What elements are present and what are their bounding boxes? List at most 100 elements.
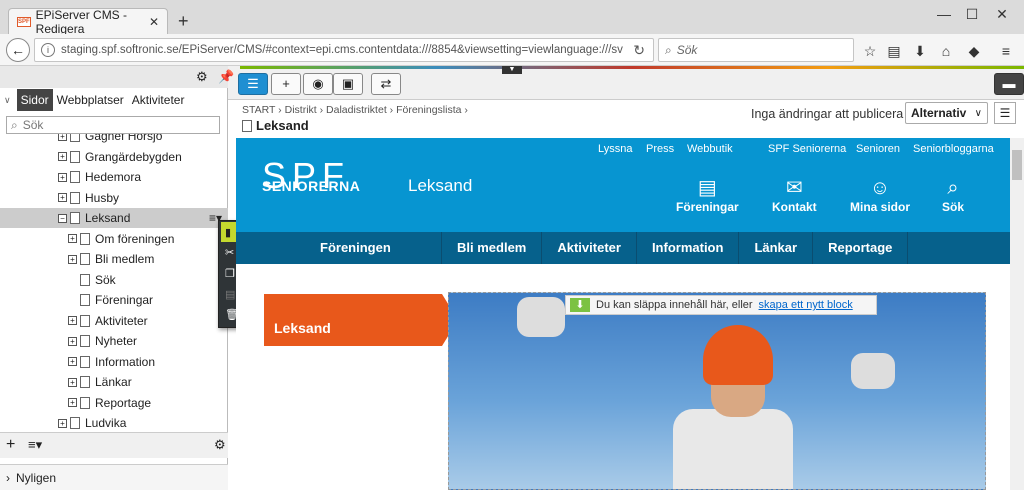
tree-node[interactable]: + Husby: [0, 188, 228, 208]
header-mail-link[interactable]: ✉ Kontakt: [772, 176, 817, 214]
tree-node[interactable]: Föreningar: [0, 290, 228, 310]
list-options-icon[interactable]: ≡▾: [28, 437, 42, 453]
expand-icon[interactable]: +: [58, 172, 67, 182]
site-nav-item[interactable]: Reportage: [813, 232, 909, 264]
site-nav-item[interactable]: Aktiviteter: [542, 232, 637, 264]
site-nav-item[interactable]: Länkar: [739, 232, 814, 264]
toolbar-collapse-icon[interactable]: ▼: [502, 66, 522, 74]
reload-icon[interactable]: ↻: [633, 42, 645, 59]
tree-node[interactable]: + Ludvika: [0, 413, 228, 433]
view-settings-icon[interactable]: ▣: [333, 73, 363, 95]
expand-icon[interactable]: +: [58, 418, 67, 428]
download-icon[interactable]: ⬇: [911, 42, 929, 60]
expand-icon[interactable]: +: [68, 316, 77, 325]
assets-panel-toggle-icon[interactable]: ▬: [994, 73, 1024, 95]
expand-icon[interactable]: +: [58, 152, 67, 161]
compare-icon[interactable]: ⇄: [371, 73, 401, 95]
top-link[interactable]: Lyssna: [598, 143, 632, 155]
close-window-icon[interactable]: ✕: [988, 6, 1016, 26]
header-user-link[interactable]: ☺ Mina sidor: [850, 176, 910, 214]
spf-logo[interactable]: SPF SENIORERNA: [262, 158, 360, 195]
create-block-link[interactable]: skapa ett nytt block: [759, 299, 853, 311]
header-list-link[interactable]: ▤ Föreningar: [676, 176, 739, 214]
tree-node[interactable]: + Länkar: [0, 372, 228, 392]
top-link[interactable]: Webbutik: [687, 143, 733, 155]
tab-sidor[interactable]: Sidor: [16, 89, 53, 111]
breadcrumb-item[interactable]: START: [242, 104, 275, 116]
add-icon[interactable]: +: [271, 73, 301, 95]
maximize-icon[interactable]: ☐: [958, 6, 986, 26]
add-page-icon[interactable]: +: [6, 436, 15, 454]
settings-gear-icon[interactable]: ⚙: [196, 69, 208, 85]
top-link[interactable]: Senioren: [856, 143, 900, 155]
scrollbar[interactable]: [1010, 138, 1024, 490]
tree-node[interactable]: + Om föreningen: [0, 229, 228, 249]
pin-icon[interactable]: 📌: [218, 69, 234, 85]
collapse-icon[interactable]: −: [58, 213, 67, 223]
recent-section[interactable]: › Nyligen: [0, 464, 228, 490]
site-nav: Föreningen Bli medlem Aktiviteter Informati…: [236, 232, 1010, 264]
tree-node-label: Hedemora: [85, 170, 142, 184]
collapse-chevron-icon[interactable]: ∨: [4, 95, 11, 106]
footer-gear-icon[interactable]: ⚙: [214, 437, 226, 453]
back-icon[interactable]: ←: [6, 38, 30, 62]
site-nav-item[interactable]: Bli medlem: [442, 232, 543, 264]
expand-icon[interactable]: +: [68, 336, 77, 346]
top-link[interactable]: Press: [646, 143, 674, 155]
browser-search-input[interactable]: ⌕ Sök: [658, 38, 854, 62]
tree-node[interactable]: + Information: [0, 352, 228, 372]
tree-node[interactable]: + Hedemora: [0, 167, 228, 187]
breadcrumb-item[interactable]: Distrikt: [285, 104, 317, 116]
expand-icon[interactable]: +: [68, 377, 77, 387]
tree-node[interactable]: + Grangärdebygden: [0, 147, 228, 167]
expand-icon[interactable]: +: [68, 254, 77, 264]
menu-icon[interactable]: ≡: [997, 42, 1015, 60]
tree-node[interactable]: Sök: [0, 270, 228, 290]
top-link[interactable]: Seniorbloggarna: [913, 143, 994, 155]
expand-icon[interactable]: +: [68, 398, 77, 407]
expand-icon[interactable]: +: [58, 193, 67, 202]
url-bar[interactable]: i staging.spf.softronic.se/EPiServer/CMS…: [34, 38, 654, 62]
site-header: SPF SENIORERNA Leksand Lyssna Press Webbut…: [236, 138, 1010, 232]
properties-list-icon[interactable]: ☰: [994, 102, 1016, 124]
page-icon: [80, 314, 90, 327]
page-icon: [70, 134, 80, 142]
tree-footer: + ≡▾ ⚙: [0, 432, 228, 458]
browser-tab[interactable]: SPF EPiServer CMS - Redigera ✕: [8, 7, 168, 36]
bookmark-star-icon[interactable]: ☆: [861, 42, 879, 60]
breadcrumb-item[interactable]: Daladistriktet: [326, 104, 387, 116]
options-button[interactable]: Alternativ ∨: [905, 102, 988, 124]
reading-list-icon[interactable]: ▤: [885, 42, 903, 60]
new-tab-icon[interactable]: +: [178, 12, 189, 30]
tree-search-input[interactable]: ⌕ Sök: [6, 116, 220, 134]
preview-eye-icon[interactable]: ◉: [303, 73, 333, 95]
page-tree-toggle-icon[interactable]: ☰: [238, 73, 268, 95]
drop-zone[interactable]: ⬇ Du kan släppa innehåll här, eller skap…: [565, 295, 877, 315]
tree-node[interactable]: + Aktiviteter: [0, 311, 228, 331]
tab-webbplatser[interactable]: Webbplatser: [53, 89, 128, 111]
tree-node-label: Bli medlem: [95, 252, 155, 266]
header-search-link[interactable]: ⌕ Sök: [942, 176, 964, 214]
tab-aktiviteter[interactable]: Aktiviteter: [128, 89, 189, 111]
site-nav-item[interactable]: Information: [637, 232, 740, 264]
list-icon: ▤: [697, 177, 717, 199]
close-tab-icon[interactable]: ✕: [149, 15, 159, 29]
site-nav-item[interactable]: Föreningen: [236, 232, 442, 264]
info-icon[interactable]: i: [41, 43, 55, 57]
breadcrumb-item[interactable]: Föreningslista: [396, 104, 461, 116]
pocket-icon[interactable]: ◆: [965, 42, 983, 60]
expand-icon[interactable]: +: [58, 134, 67, 141]
tree-node[interactable]: + Gagnef Hörsjö: [0, 134, 228, 146]
top-link[interactable]: SPF Seniorerna: [768, 143, 846, 155]
minimize-icon[interactable]: —: [930, 6, 958, 26]
home-icon[interactable]: ⌂: [937, 42, 955, 60]
expand-icon[interactable]: +: [68, 357, 77, 366]
download-arrow-icon: ⬇: [570, 298, 590, 312]
tree-node[interactable]: + Reportage: [0, 393, 228, 413]
scrollbar-thumb[interactable]: [1012, 150, 1022, 180]
tree-node[interactable]: + Bli medlem: [0, 249, 228, 269]
tab-title: EPiServer CMS - Redigera: [35, 7, 128, 36]
tree-node[interactable]: − Leksand ≡▾: [0, 208, 228, 228]
tree-node[interactable]: + Nyheter: [0, 331, 228, 351]
expand-icon[interactable]: +: [68, 234, 77, 243]
